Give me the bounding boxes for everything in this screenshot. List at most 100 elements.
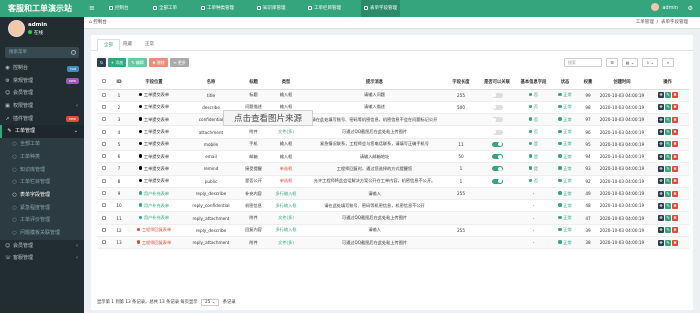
drag-handle-icon[interactable]: ✥: [658, 92, 664, 99]
checkbox[interactable]: [102, 92, 106, 97]
table-row[interactable]: 6 工单提交表单 email 邮箱 输入框 请输入邮箱地址 50 是 正常 94 2020-10-0…: [97, 150, 689, 164]
topnav-item[interactable]: 知识库管理: [254, 0, 289, 17]
delete-row-button[interactable]: ✖: [672, 215, 678, 222]
edit-row-button[interactable]: ✎: [665, 165, 671, 172]
column-header[interactable]: 标题: [241, 76, 266, 90]
checkbox[interactable]: [102, 129, 106, 134]
checkbox[interactable]: [102, 79, 106, 84]
relation-toggle[interactable]: [491, 129, 503, 135]
drag-handle-icon[interactable]: ✥: [658, 239, 664, 246]
checkbox[interactable]: [102, 215, 106, 220]
checkbox[interactable]: [102, 117, 106, 122]
relation-toggle[interactable]: [491, 104, 503, 110]
edit-row-button[interactable]: ✎: [665, 202, 671, 209]
row-checkbox[interactable]: [97, 175, 111, 188]
checkbox[interactable]: [102, 227, 106, 232]
tab-normal[interactable]: 正常: [139, 39, 160, 51]
delete-row-button[interactable]: ✖: [672, 104, 678, 111]
columns-button[interactable]: ▤ ⌄: [622, 58, 638, 67]
edit-row-button[interactable]: ✎: [665, 153, 671, 160]
column-header[interactable]: 权重: [578, 76, 598, 90]
edit-row-button[interactable]: ✎: [665, 227, 671, 234]
delete-row-button[interactable]: ✖: [672, 202, 678, 209]
image-source-tooltip[interactable]: 点击查看图片来源: [223, 110, 313, 126]
row-checkbox[interactable]: [97, 236, 111, 250]
drag-handle-icon[interactable]: ✥: [658, 190, 664, 197]
sidebar-item-members[interactable]: ☺ 会员管理: [0, 87, 84, 100]
search-toggle-button[interactable]: ⌕: [662, 58, 674, 67]
edit-row-button[interactable]: ✎: [665, 178, 671, 185]
column-header[interactable]: 类型: [266, 76, 306, 90]
column-header[interactable]: 名称: [181, 76, 241, 90]
relation-toggle[interactable]: [491, 154, 503, 160]
checkbox[interactable]: [102, 178, 106, 183]
edit-row-button[interactable]: ✎: [665, 129, 671, 136]
table-row[interactable]: 11 用户补充表单 reply_attachment 附件 文件(多) 可通过QQ截图后在…: [97, 211, 689, 225]
drag-handle-icon[interactable]: ✥: [658, 104, 664, 111]
row-checkbox[interactable]: [97, 125, 111, 139]
relation-toggle[interactable]: [491, 92, 503, 98]
checkbox[interactable]: [102, 203, 106, 208]
export-button[interactable]: ⇩ ⌄: [642, 58, 658, 67]
table-row[interactable]: 12 工程师回复表单 reply_describe 回复内容 多行输入框 请输入 255 - 正…: [97, 224, 689, 238]
sidebar-subitem[interactable]: ○ 知识库管理: [0, 164, 84, 177]
topnav-item[interactable]: 工单种类管理: [198, 0, 237, 17]
sidebar-search-input[interactable]: 搜索菜单: [5, 47, 79, 58]
drag-handle-icon[interactable]: ✥: [658, 202, 664, 209]
search-icon[interactable]: [71, 50, 76, 55]
edit-row-button[interactable]: ✎: [665, 190, 671, 197]
sidebar-item-plugins[interactable]: ➚ 插件管理 new: [0, 113, 84, 126]
row-checkbox[interactable]: [97, 101, 111, 115]
drag-handle-icon[interactable]: ✥: [658, 116, 664, 123]
column-header[interactable]: 是否可以关联: [479, 76, 515, 90]
topnav-item[interactable]: 全部工单: [150, 0, 180, 17]
add-button[interactable]: + 添加: [108, 58, 126, 67]
delete-button[interactable]: ✖ 删除: [149, 58, 168, 67]
sidebar-item-member-manage[interactable]: ☺ 会员管理 ‹: [0, 240, 84, 253]
checkbox[interactable]: [102, 240, 106, 245]
drag-handle-icon[interactable]: ✥: [658, 141, 664, 148]
row-checkbox[interactable]: [97, 138, 111, 151]
sidebar-subitem[interactable]: ○ 工单栏目管理: [0, 176, 84, 189]
edit-row-button[interactable]: ✎: [665, 116, 671, 123]
delete-row-button[interactable]: ✖: [672, 92, 678, 99]
table-row[interactable]: 7 工单提交表单 remind 接受提醒 单选框 工程师回复时，通过您选择的方式提醒您 1 是…: [97, 162, 689, 176]
topnav-item[interactable]: 控制台: [106, 0, 132, 17]
column-header[interactable]: 提示消息: [306, 76, 443, 90]
checkbox[interactable]: [102, 141, 106, 146]
edit-row-button[interactable]: ✎: [665, 92, 671, 99]
admin-menu[interactable]: admin: [651, 0, 678, 17]
edit-button[interactable]: ✎ 编辑: [128, 58, 147, 67]
checkbox[interactable]: [102, 104, 106, 109]
checkbox[interactable]: [102, 191, 106, 196]
delete-row-button[interactable]: ✖: [672, 153, 678, 160]
edit-row-button[interactable]: ✎: [665, 215, 671, 222]
row-checkbox[interactable]: [97, 150, 111, 164]
sidebar-subitem[interactable]: ○ 紧急程度管理: [0, 202, 84, 215]
relation-toggle[interactable]: [491, 141, 503, 147]
relation-toggle[interactable]: [491, 178, 503, 184]
drag-handle-icon[interactable]: ✥: [658, 227, 664, 234]
row-checkbox[interactable]: [97, 89, 111, 102]
drag-handle-icon[interactable]: ✥: [658, 129, 664, 136]
sidebar-subitem[interactable]: ○ 全部工单: [0, 138, 84, 151]
drag-handle-icon[interactable]: ✥: [658, 165, 664, 172]
edit-row-button[interactable]: ✎: [665, 239, 671, 246]
delete-row-button[interactable]: ✖: [672, 190, 678, 197]
delete-row-button[interactable]: ✖: [672, 129, 678, 136]
table-row[interactable]: 3工单提交表单confidential机密信息多行输入框请在此处填写账号、密码等…: [97, 113, 689, 127]
drag-handle-icon[interactable]: ✥: [658, 215, 664, 222]
topnav-item[interactable]: 工单栏目管理: [305, 0, 344, 17]
table-row[interactable]: 9 用户补充表单 reply_describe 补充内容 多行输入框 请输入 255 - 正常 4…: [97, 187, 689, 201]
page-size-select[interactable]: 25 ⌄: [200, 299, 220, 306]
menu-toggle-icon[interactable]: ≡: [86, 0, 98, 17]
row-checkbox[interactable]: [97, 224, 111, 238]
table-row[interactable]: 8 工单提交表单 public 是否公开 单选框 允许工程师将此会话解决方案公开在工单内容…: [97, 175, 689, 188]
checkbox[interactable]: [102, 166, 106, 171]
table-row[interactable]: 2 工单提交表单 describe 问题描述 输入框 请输入描述 500 否正常 98 2020-…: [97, 101, 689, 115]
row-checkbox[interactable]: [97, 187, 111, 201]
delete-row-button[interactable]: ✖: [672, 165, 678, 172]
relation-toggle[interactable]: [491, 166, 503, 172]
sidebar-item-dashboard[interactable]: ◉ 控制台 hot: [0, 62, 84, 75]
sidebar-subitem[interactable]: ○ 工单种类: [0, 151, 84, 164]
